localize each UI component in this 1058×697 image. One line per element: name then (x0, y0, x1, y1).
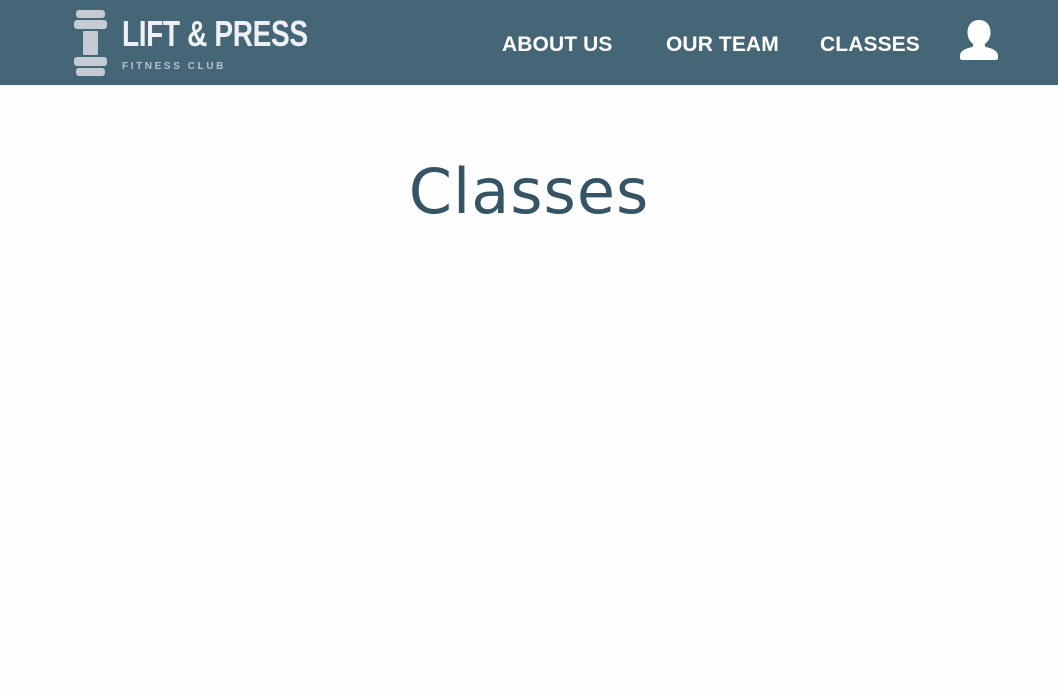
site-header: LIFT & PRESS FITNESS CLUB ABOUT US OUR T… (0, 0, 1058, 85)
page-title: Classes (408, 155, 650, 228)
account-button[interactable] (958, 18, 1000, 62)
nav-our-team[interactable]: OUR TEAM (666, 31, 779, 59)
brand-tagline: FITNESS CLUB (122, 61, 226, 72)
dumbbell-icon (74, 10, 107, 76)
page: LIFT & PRESS FITNESS CLUB ABOUT US OUR T… (0, 0, 1058, 697)
nav-about-us[interactable]: ABOUT US (502, 31, 612, 59)
user-avatar-icon (960, 20, 998, 60)
brand-name: LIFT & PRESS (122, 13, 308, 54)
nav-classes[interactable]: CLASSES (820, 31, 920, 59)
brand-logo-link[interactable]: LIFT & PRESS FITNESS CLUB (74, 10, 308, 76)
